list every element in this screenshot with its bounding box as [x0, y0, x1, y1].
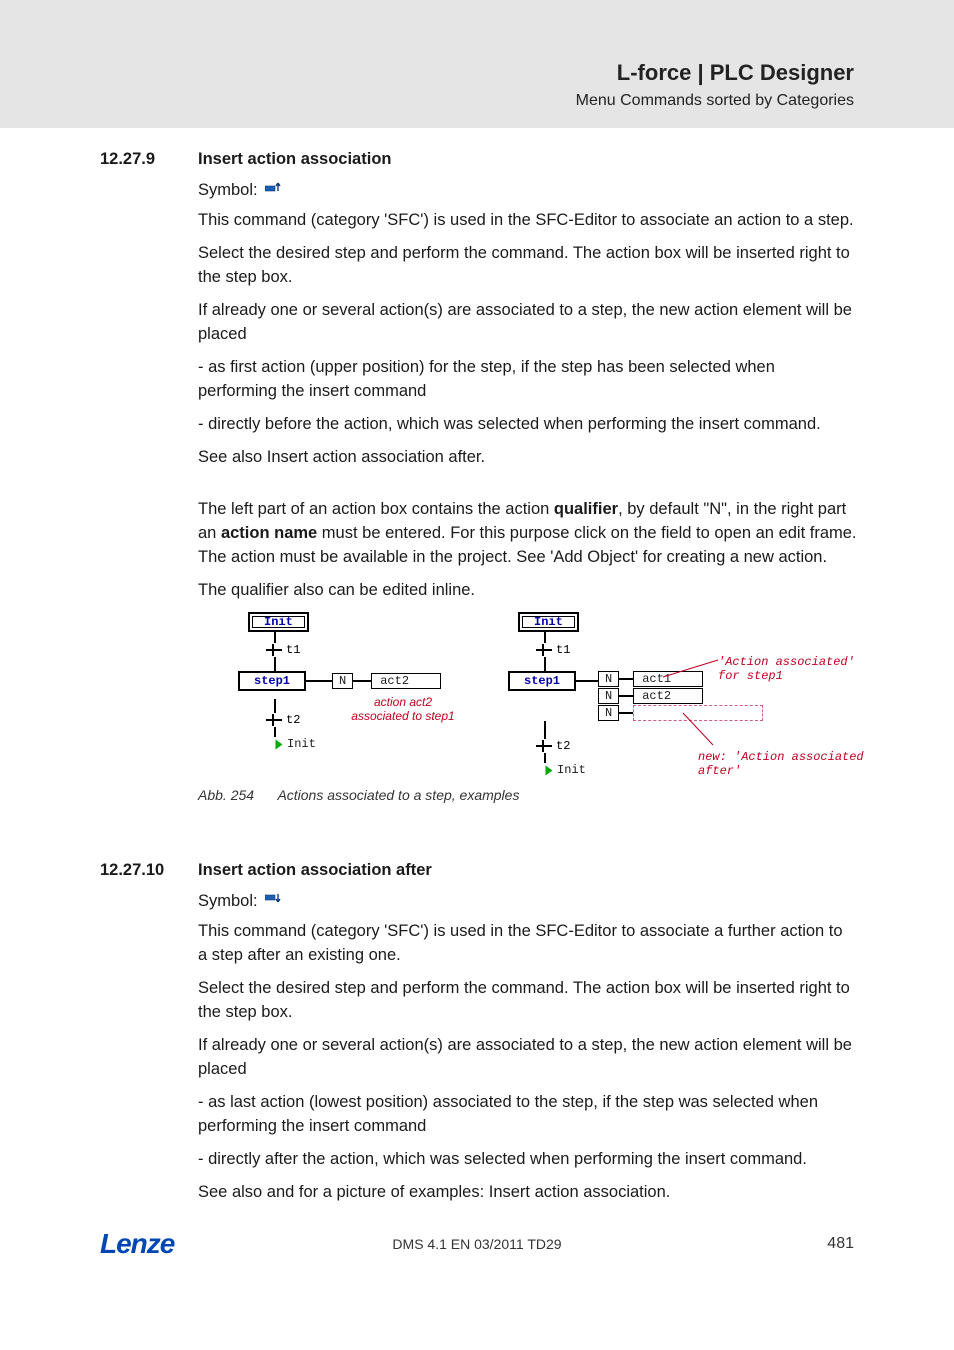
section-insert-action-association-after: 12.27.10 Insert action association after…	[0, 861, 954, 1213]
symbol-line: Symbol:	[198, 181, 858, 200]
paragraph: Select the desired step and perform the …	[198, 977, 854, 1025]
symbol-label: Symbol:	[198, 892, 258, 910]
paragraph: - as first action (upper position) for t…	[198, 356, 858, 404]
section-title: Insert action association	[198, 150, 858, 169]
paragraph: If already one or several action(s) are …	[198, 1034, 854, 1082]
page-footer: Lenze DMS 4.1 EN 03/2011 TD29 481	[100, 1228, 854, 1260]
sfc-diagram-left: Init t1 step1	[198, 615, 458, 751]
doc-id: DMS 4.1 EN 03/2011 TD29	[100, 1236, 854, 1252]
sfc-diagram-right: 'Action associated' for step1 new: 'Acti…	[488, 615, 858, 777]
annotation: new: 'Action associated after'	[698, 750, 868, 778]
step-step1: step1	[238, 671, 306, 691]
figure-caption: Abb. 254 Actions associated to a step, e…	[198, 787, 858, 803]
header-band: L-force | PLC Designer Menu Commands sor…	[0, 0, 954, 128]
transition-t1: t1	[556, 643, 570, 657]
paragraph: This command (category 'SFC') is used in…	[198, 209, 858, 233]
action-box: act2	[371, 673, 441, 689]
figure-sfc-examples: Init t1 step1	[198, 615, 858, 803]
symbol-label: Symbol:	[198, 181, 258, 199]
paragraph: - directly before the action, which was …	[198, 413, 858, 437]
transition-t1: t1	[286, 643, 300, 657]
insert-action-up-icon	[265, 181, 283, 200]
qualifier-box: N	[598, 688, 619, 704]
jump-arrow-icon	[546, 765, 553, 775]
paragraph: Select the desired step and perform the …	[198, 242, 858, 290]
annotation: action act2 associated to step1	[348, 695, 458, 723]
step-init: Init	[518, 612, 579, 632]
paragraph: This command (category 'SFC') is used in…	[198, 920, 854, 968]
paragraph: The qualifier also can be edited inline.	[198, 579, 858, 603]
insert-action-down-icon	[265, 892, 283, 911]
symbol-line: Symbol:	[198, 892, 854, 911]
section-number: 12.27.10	[100, 861, 198, 880]
paragraph: - directly after the action, which was s…	[198, 1148, 854, 1172]
step-init: Init	[248, 612, 309, 632]
transition-t2: t2	[556, 739, 570, 753]
qualifier-box: N	[598, 705, 619, 721]
paragraph: - as last action (lowest position) assoc…	[198, 1091, 854, 1139]
step-step1: step1	[508, 671, 576, 691]
paragraph: If already one or several action(s) are …	[198, 299, 858, 347]
jump-target: Init	[287, 737, 316, 751]
transition-t2: t2	[286, 713, 300, 727]
paragraph: The left part of an action box contains …	[198, 498, 858, 570]
action-box-empty	[633, 705, 763, 721]
jump-target: Init	[557, 763, 586, 777]
doc-product-title: L-force | PLC Designer	[100, 60, 854, 86]
paragraph: See also and for a picture of examples: …	[198, 1181, 854, 1205]
annotation: 'Action associated' for step1	[718, 655, 868, 683]
section-number: 12.27.9	[100, 150, 198, 169]
section-insert-action-association: 12.27.9 Insert action association Symbol…	[0, 150, 954, 811]
action-box: act2	[633, 688, 703, 704]
qualifier-box: N	[598, 671, 619, 687]
doc-chapter-title: Menu Commands sorted by Categories	[100, 92, 854, 110]
section-title: Insert action association after	[198, 861, 854, 880]
paragraph: See also Insert action association after…	[198, 446, 858, 470]
jump-arrow-icon	[276, 739, 283, 749]
action-box: act1	[633, 671, 703, 687]
qualifier-box: N	[332, 673, 353, 689]
